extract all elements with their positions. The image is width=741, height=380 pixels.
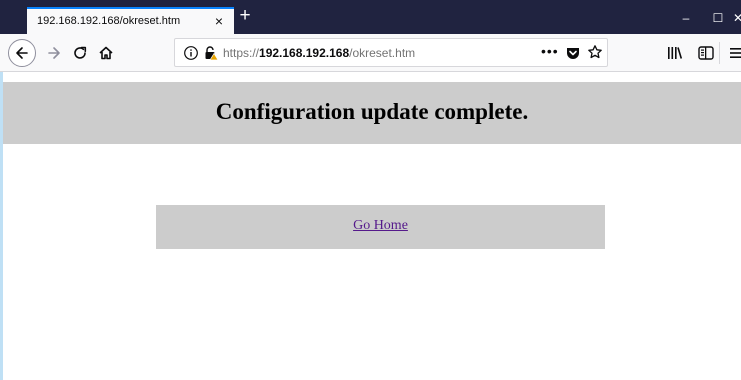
home-link-panel: Go Home <box>156 205 605 249</box>
back-button[interactable] <box>8 39 36 67</box>
hamburger-menu-icon[interactable] <box>728 44 741 62</box>
info-icon[interactable] <box>183 45 199 61</box>
toolbar-separator <box>719 42 720 64</box>
reload-icon <box>74 46 87 59</box>
address-bar[interactable]: https://192.168.192.168/okreset.htm ••• <box>174 38 608 67</box>
tab-close-button[interactable]: × <box>211 11 227 31</box>
minimize-button[interactable]: – <box>676 8 696 28</box>
maximize-button[interactable]: ☐ <box>708 8 728 28</box>
reload-button[interactable] <box>70 43 90 63</box>
browser-tab[interactable]: 192.168.192.168/okreset.htm × <box>27 7 234 34</box>
library-icon[interactable] <box>666 44 684 62</box>
tab-title: 192.168.192.168/okreset.htm <box>37 15 181 27</box>
navigation-toolbar: https://192.168.192.168/okreset.htm ••• <box>0 34 741 72</box>
header-banner: Configuration update complete. <box>3 82 741 144</box>
close-window-button[interactable]: ✕ <box>728 8 741 28</box>
insecure-lock-icon[interactable] <box>203 45 219 61</box>
url-text[interactable]: https://192.168.192.168/okreset.htm <box>223 46 415 60</box>
page-viewport: Configuration update complete. Go Home <box>0 72 741 380</box>
new-tab-button[interactable]: + <box>236 5 254 27</box>
url-path: /okreset.htm <box>349 46 416 60</box>
page-actions-menu-button[interactable]: ••• <box>541 43 559 59</box>
forward-arrow-icon <box>48 47 60 59</box>
page-heading: Configuration update complete. <box>215 99 529 124</box>
pocket-icon[interactable] <box>565 45 581 61</box>
back-arrow-icon <box>16 47 28 59</box>
forward-button[interactable] <box>44 43 64 63</box>
bookmark-star-icon[interactable] <box>587 44 603 60</box>
home-icon <box>99 46 113 60</box>
tab-strip: 192.168.192.168/okreset.htm × + – ☐ ✕ <box>0 0 741 34</box>
url-scheme: https:// <box>223 46 260 60</box>
home-button[interactable] <box>96 43 116 63</box>
sidebar-toggle-icon[interactable] <box>697 44 715 62</box>
go-home-link[interactable]: Go Home <box>156 218 605 234</box>
url-host: 192.168.192.168 <box>259 46 350 60</box>
